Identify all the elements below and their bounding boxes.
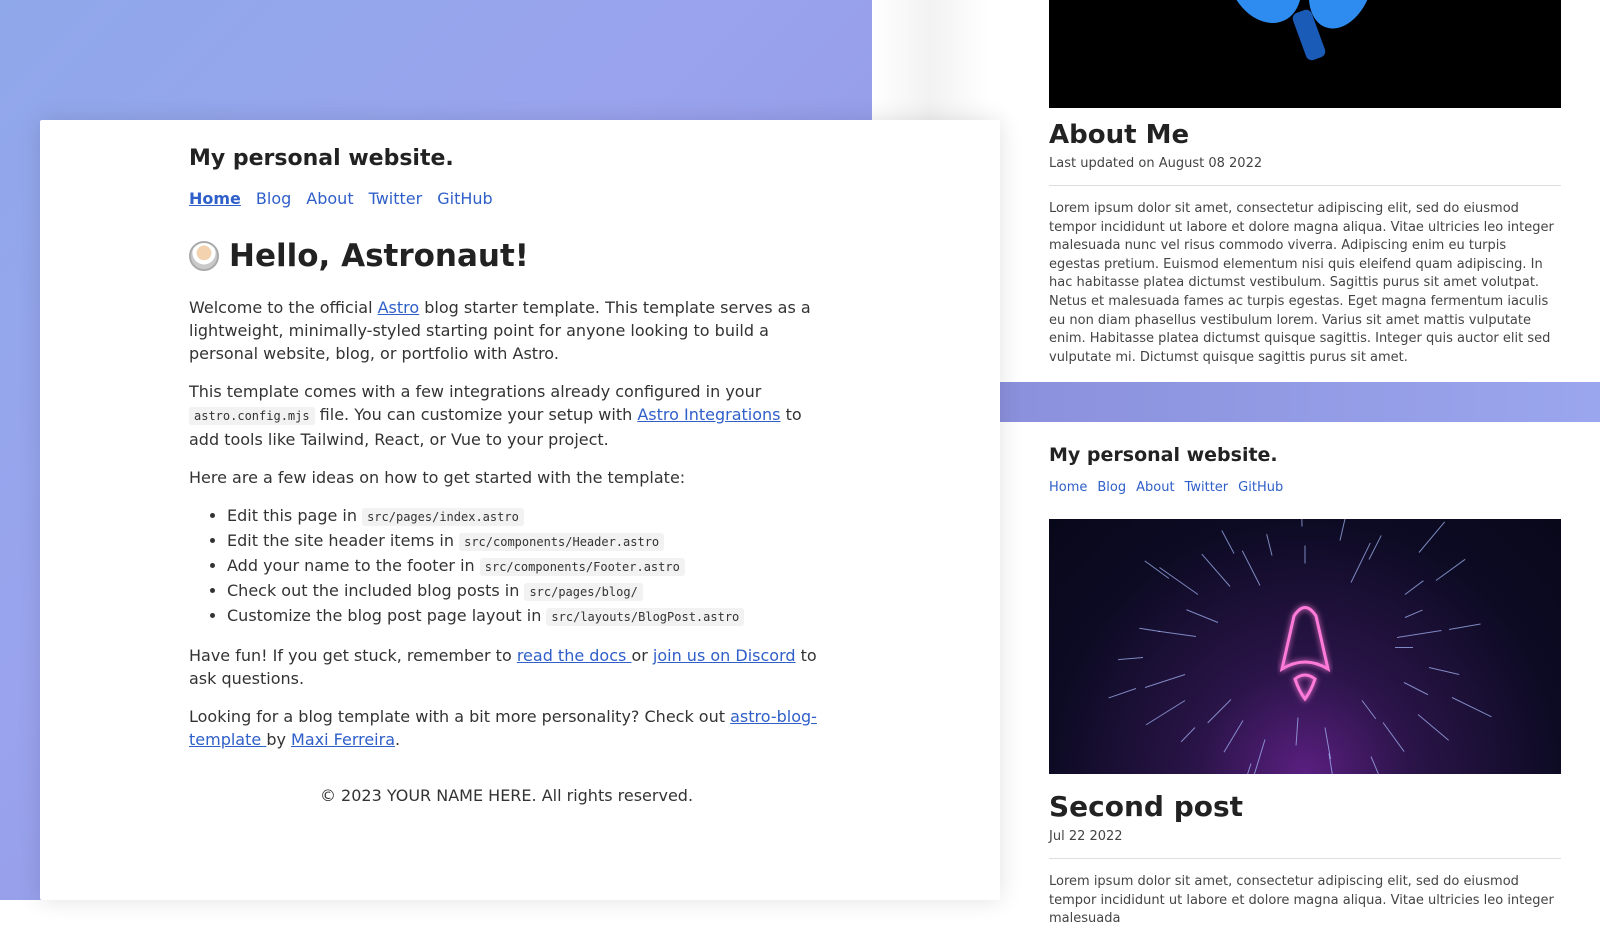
- post-body: Lorem ipsum dolor sit amet, consectetur …: [1049, 874, 1554, 927]
- about-body: Lorem ipsum dolor sit amet, consectetur …: [1049, 201, 1554, 365]
- list-item: Add your name to the footer in src/compo…: [227, 554, 829, 579]
- post-nav-home[interactable]: Home: [1049, 480, 1087, 495]
- hero-title: Hello, Astronaut!: [229, 238, 529, 274]
- astro-link[interactable]: Astro: [378, 298, 420, 317]
- post-nav-about[interactable]: About: [1136, 480, 1174, 495]
- about-updated-date: Last updated on August 08 2022: [1049, 156, 1263, 171]
- post-site-title: My personal website.: [1049, 444, 1278, 466]
- config-code: astro.config.mjs: [189, 407, 315, 425]
- astronaut-icon: [189, 241, 219, 271]
- divider: [1049, 185, 1561, 186]
- list-item: Check out the included blog posts in src…: [227, 579, 829, 604]
- list-item: Customize the blog post page layout in s…: [227, 604, 829, 629]
- main-page-card: My personal website. Home Blog About Twi…: [40, 120, 1000, 900]
- divider: [1049, 858, 1561, 859]
- nav-twitter[interactable]: Twitter: [369, 189, 423, 208]
- list-item: Edit the site header items in src/compon…: [227, 529, 829, 554]
- docs-link[interactable]: read the docs: [517, 646, 632, 665]
- post-nav-twitter[interactable]: Twitter: [1185, 480, 1229, 495]
- main-content: My personal website. Home Blog About Twi…: [189, 146, 829, 805]
- list-item: Edit this page in src/pages/index.astro: [227, 504, 829, 529]
- about-title: About Me: [1049, 120, 1190, 150]
- site-title: My personal website.: [189, 146, 454, 171]
- maxi-ferreira-link[interactable]: Maxi Ferreira: [291, 730, 395, 749]
- ideas-list: Edit this page in src/pages/index.astro …: [189, 504, 829, 629]
- about-panel: About Me Last updated on August 08 2022 …: [1049, 120, 1561, 367]
- nav-about[interactable]: About: [306, 189, 353, 208]
- nav-blog[interactable]: Blog: [256, 189, 291, 208]
- astro-integrations-link[interactable]: Astro Integrations: [637, 405, 780, 424]
- post-title: Second post: [1049, 790, 1244, 823]
- star-streak: [1300, 519, 1303, 527]
- main-nav: Home Blog About Twitter GitHub: [189, 189, 829, 208]
- post-nav: Home Blog About Twitter GitHub: [1049, 480, 1561, 495]
- hero-heading: Hello, Astronaut!: [189, 238, 829, 274]
- help-paragraph: Have fun! If you get stuck, remember to …: [189, 646, 817, 688]
- template-paragraph: Looking for a blog template with a bit m…: [189, 707, 817, 749]
- nav-github[interactable]: GitHub: [437, 189, 492, 208]
- ideas-intro: Here are a few ideas on how to get start…: [189, 468, 686, 487]
- post-panel: My personal website. Home Blog About Twi…: [1049, 444, 1561, 929]
- intro-paragraph: Welcome to the official Astro blog start…: [189, 298, 811, 363]
- nav-home[interactable]: Home: [189, 189, 241, 208]
- footer-copyright: © 2023 YOUR NAME HERE. All rights reserv…: [319, 786, 694, 805]
- post-date: Jul 22 2022: [1049, 829, 1123, 844]
- post-nav-github[interactable]: GitHub: [1238, 480, 1283, 495]
- star-streak: [1395, 647, 1413, 648]
- background-band: [1000, 382, 1600, 422]
- post-hero-image: [1049, 519, 1561, 774]
- integrations-paragraph: This template comes with a few integrati…: [189, 382, 802, 449]
- discord-link[interactable]: join us on Discord: [653, 646, 796, 665]
- star-streak: [1304, 545, 1306, 564]
- about-hero-image: [1049, 0, 1561, 108]
- post-nav-blog[interactable]: Blog: [1097, 480, 1126, 495]
